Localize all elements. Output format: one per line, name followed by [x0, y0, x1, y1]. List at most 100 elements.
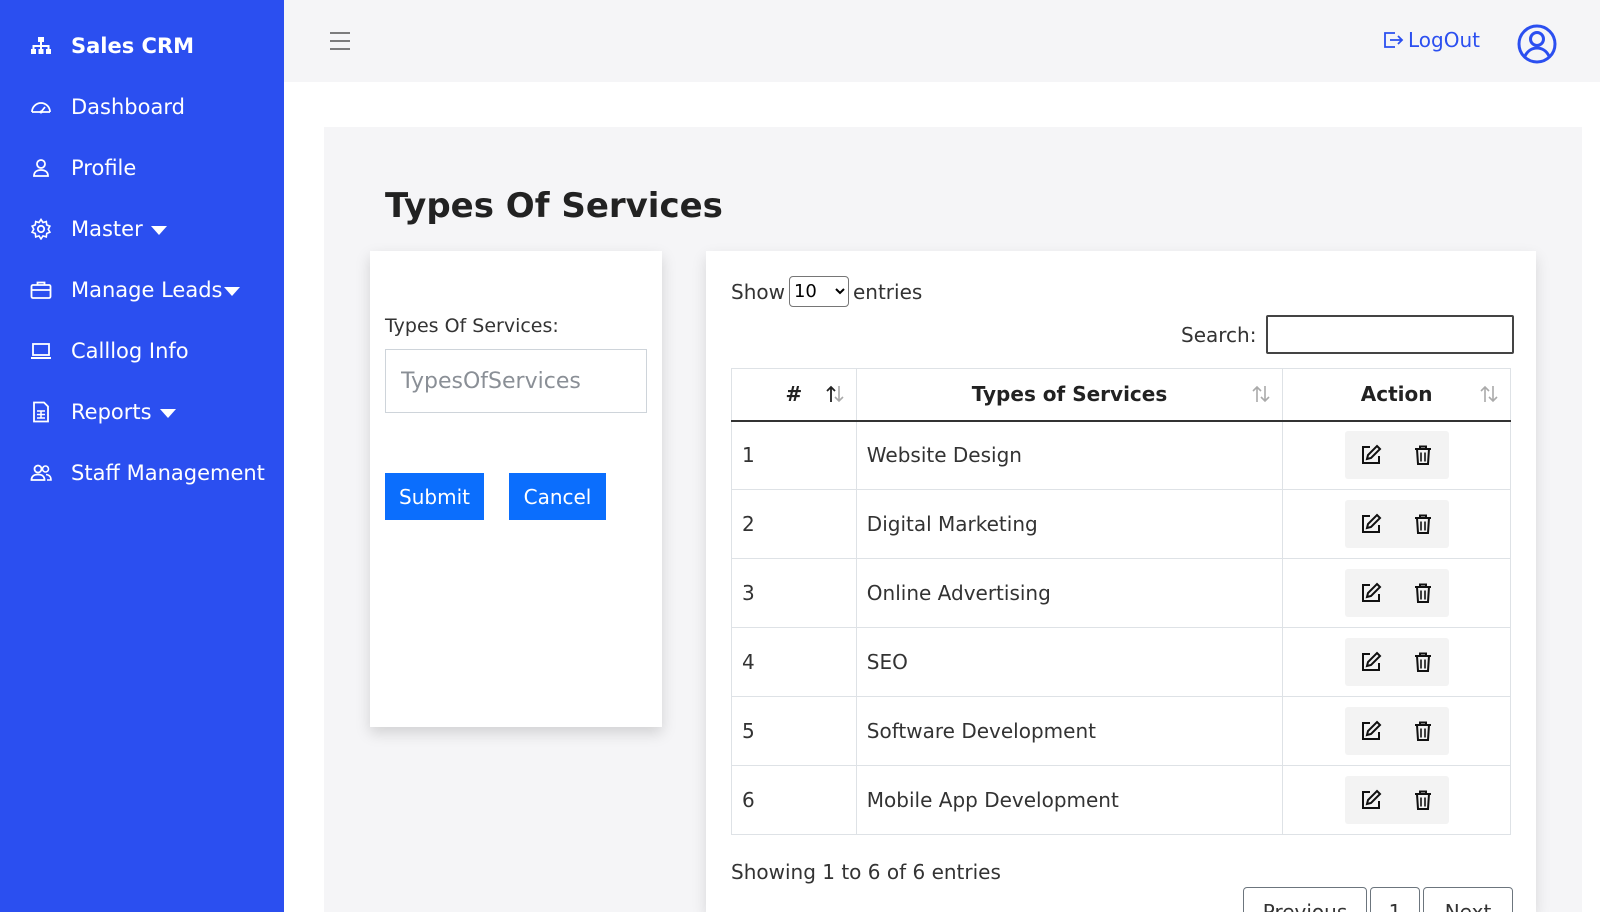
table-header-row: # Types of Services Action: [731, 368, 1511, 422]
sidebar-item-dashboard[interactable]: Dashboard: [28, 92, 185, 122]
sort-icon: [1252, 385, 1270, 403]
sidebar-item-calllog-info[interactable]: Calllog Info: [28, 336, 189, 366]
sidebar-item-label: Reports: [71, 400, 152, 424]
edit-icon: [1361, 582, 1382, 602]
column-header-service[interactable]: Types of Services: [855, 368, 1284, 422]
row-actions: [1282, 420, 1511, 490]
caret-down-icon: [224, 286, 241, 296]
users-icon: [28, 462, 54, 484]
edit-button[interactable]: [1345, 431, 1397, 479]
logout-icon: [1382, 29, 1404, 51]
sort-icon: [1480, 385, 1498, 403]
edit-button[interactable]: [1345, 500, 1397, 548]
sidebar-item-label: Manage Leads: [71, 278, 223, 302]
user-icon: [28, 157, 54, 179]
logout-link[interactable]: LogOut: [1382, 28, 1480, 52]
column-header-label: Action: [1360, 382, 1433, 407]
service-form-card: Types Of Services: Submit Cancel: [370, 251, 662, 727]
row-service-name: Software Development: [855, 696, 1284, 766]
row-number: 2: [731, 489, 857, 559]
action-button-group: [1344, 776, 1449, 824]
user-avatar-icon[interactable]: [1517, 24, 1557, 64]
sitemap-icon: [28, 35, 54, 57]
logout-label: LogOut: [1408, 28, 1480, 52]
row-service-name: Digital Marketing: [855, 489, 1284, 559]
column-header-label: #: [785, 382, 803, 407]
edit-icon: [1361, 513, 1382, 533]
table-row: 4 SEO: [731, 627, 1511, 697]
action-button-group: [1344, 707, 1449, 755]
caret-down-icon: [150, 225, 167, 235]
sidebar-item-master[interactable]: Master: [28, 214, 167, 244]
delete-button[interactable]: [1397, 431, 1449, 479]
service-name-label: Types Of Services:: [385, 315, 559, 337]
row-number: 5: [731, 696, 857, 766]
page-length-control: Show 10 entries: [731, 276, 922, 307]
action-button-group: [1344, 638, 1449, 686]
trash-icon: [1414, 583, 1431, 603]
edit-icon: [1361, 720, 1382, 740]
hamburger-menu-icon[interactable]: [328, 29, 352, 53]
page-number-button[interactable]: 1: [1370, 887, 1420, 912]
trash-icon: [1414, 721, 1431, 741]
row-actions: [1282, 696, 1511, 766]
column-header-number[interactable]: #: [731, 368, 857, 422]
edit-button[interactable]: [1345, 707, 1397, 755]
page-title: Types Of Services: [385, 186, 723, 226]
page-length-select[interactable]: 10: [788, 276, 849, 307]
row-actions: [1282, 627, 1511, 697]
service-name-input[interactable]: [385, 349, 647, 413]
report-icon: [28, 401, 54, 423]
caret-down-icon: [159, 408, 176, 418]
row-actions: [1282, 765, 1511, 835]
sidebar-brand[interactable]: Sales CRM: [28, 31, 194, 61]
row-actions: [1282, 558, 1511, 628]
trash-icon: [1414, 445, 1431, 466]
sidebar-item-profile[interactable]: Profile: [28, 153, 136, 183]
services-table: # Types of Services Action 1 Website Des…: [731, 368, 1511, 835]
delete-button[interactable]: [1397, 500, 1449, 548]
previous-page-button[interactable]: Previous: [1243, 887, 1367, 912]
trash-icon: [1414, 790, 1431, 810]
sidebar: Sales CRM Dashboard Profile Master Manag…: [0, 0, 284, 912]
search-input[interactable]: [1266, 315, 1515, 354]
column-header-label: Types of Services: [971, 382, 1168, 407]
gauge-icon: [28, 96, 54, 118]
delete-button[interactable]: [1397, 707, 1449, 755]
row-service-name: Mobile App Development: [855, 765, 1284, 835]
sidebar-brand-label: Sales CRM: [71, 34, 195, 58]
edit-button[interactable]: [1345, 569, 1397, 617]
row-number: 3: [731, 558, 857, 628]
edit-button[interactable]: [1345, 776, 1397, 824]
row-number: 6: [731, 765, 857, 835]
column-header-action[interactable]: Action: [1282, 368, 1511, 422]
cancel-button[interactable]: Cancel: [509, 473, 606, 520]
table-info: Showing 1 to 6 of 6 entries: [731, 860, 1001, 884]
briefcase-icon: [28, 279, 54, 301]
laptop-icon: [28, 340, 54, 362]
sidebar-item-reports[interactable]: Reports: [28, 397, 176, 427]
delete-button[interactable]: [1397, 776, 1449, 824]
sort-ascending-icon: [826, 385, 844, 403]
action-button-group: [1344, 569, 1449, 617]
trash-icon: [1414, 652, 1431, 672]
sidebar-item-label: Master: [71, 217, 143, 241]
trash-icon: [1414, 514, 1431, 534]
sidebar-item-staff-management[interactable]: Staff Management: [28, 458, 265, 488]
sidebar-item-label: Calllog Info: [71, 339, 189, 363]
sidebar-item-label: Staff Management: [71, 461, 265, 485]
entries-label: entries: [852, 279, 923, 304]
services-table-card: Show 10 entries Search: # Types of Servi…: [706, 251, 1536, 912]
submit-button[interactable]: Submit: [385, 473, 484, 520]
edit-button[interactable]: [1345, 638, 1397, 686]
table-row: 3 Online Advertising: [731, 558, 1511, 628]
delete-button[interactable]: [1397, 569, 1449, 617]
action-button-group: [1344, 500, 1449, 548]
delete-button[interactable]: [1397, 638, 1449, 686]
row-service-name: Website Design: [855, 420, 1284, 490]
row-actions: [1282, 489, 1511, 559]
search-label: Search:: [1181, 322, 1257, 347]
row-number: 4: [731, 627, 857, 697]
next-page-button[interactable]: Next: [1423, 887, 1513, 912]
sidebar-item-manage-leads[interactable]: Manage Leads: [28, 275, 241, 305]
